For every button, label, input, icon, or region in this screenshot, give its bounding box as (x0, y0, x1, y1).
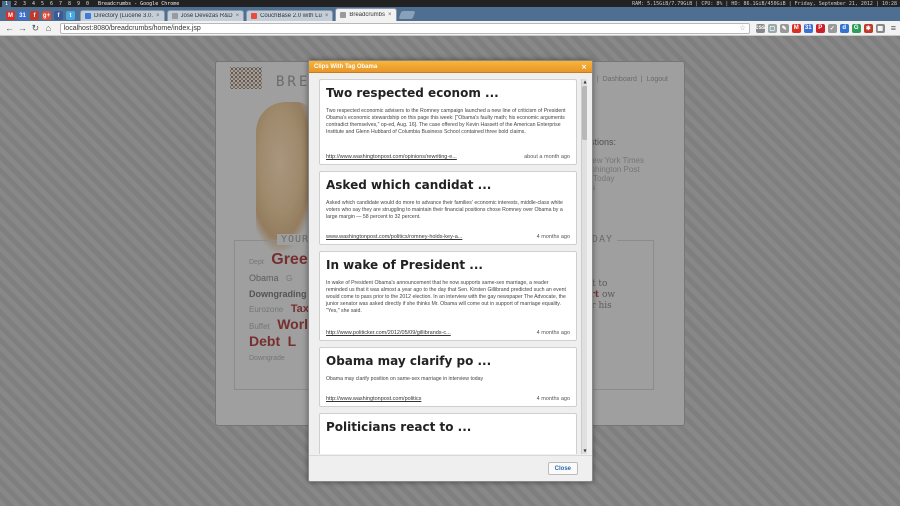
extension-icons: css ▢ ✎ M 31 P ✓ d G ✱ ▦ (755, 23, 885, 33)
clip-title: Two respected econom ... (326, 86, 499, 100)
clip-card[interactable]: Obama may clarify po ... Obama may clari… (319, 347, 577, 407)
new-tab-button[interactable] (398, 11, 415, 19)
clip-age: about a month ago (524, 154, 570, 160)
clip-meta: http://www.washingtonpost.com/opinions/r… (326, 154, 570, 160)
tab-label: José Devezas R&D (180, 13, 233, 19)
clip-text: In wake of President Obama's announcemen… (326, 280, 566, 314)
tab-favicon-icon (251, 13, 258, 19)
gplus-icon[interactable]: g+ (42, 11, 51, 20)
clips-modal: Clips With Tag Obama × Two respected eco… (308, 60, 593, 482)
tab-jose-devezas[interactable]: José Devezas R&D × (166, 10, 245, 21)
clip-link[interactable]: www.washingtonpost.com/politics/romney-h… (326, 234, 462, 240)
system-top-bar: 1 2 3 4 5 6 7 8 9 0 Breadcrumbs - Google… (0, 0, 900, 7)
modal-scrollbar[interactable]: ▲ ▼ (581, 79, 587, 454)
clip-meta: www.washingtonpost.com/politics/romney-h… (326, 234, 570, 240)
lastpass-icon[interactable]: ✱ (863, 23, 873, 33)
clip-card[interactable]: Two respected econom ... Two respected e… (319, 79, 577, 165)
pencil-icon[interactable]: ✎ (779, 23, 789, 33)
window-title: Breadcrumbs - Google Chrome (98, 0, 180, 7)
tab-close-icon[interactable]: × (236, 13, 240, 19)
modal-title: Clips With Tag Obama (314, 63, 378, 70)
pocket-icon[interactable]: ✓ (827, 23, 837, 33)
tab-favicon-icon (85, 13, 91, 19)
browser-toolbar: ← → ↻ ⌂ localhost:8080/breadcrumbs/home/… (0, 21, 900, 36)
clip-age: 4 months ago (536, 396, 570, 402)
back-arrow-icon[interactable]: ← (4, 23, 15, 34)
workspace-9[interactable]: 9 (74, 1, 83, 7)
close-icon[interactable]: × (581, 63, 587, 71)
clip-card[interactable]: Politicians react to ... (319, 413, 577, 454)
clip-link[interactable]: http://www.politicker.com/2012/05/09/gil… (326, 330, 451, 336)
calendar-icon[interactable]: 31 (18, 11, 27, 20)
workspace-1[interactable]: 1 (2, 0, 11, 7)
tab-couchbase[interactable]: CouchBase 2.0 with Lu × (246, 10, 334, 21)
tab-breadcrumbs[interactable]: Breadcrumbs × (335, 8, 397, 21)
workspace-6[interactable]: 6 (47, 1, 56, 7)
home-icon[interactable]: ⌂ (43, 23, 54, 34)
gmaps-icon[interactable]: G (851, 23, 861, 33)
page-content: BREA | Dashboard | Logout ggestions: New… (0, 36, 900, 506)
clip-meta: http://www.washingtonpost.com/politics 4… (326, 396, 570, 402)
clip-title: Obama may clarify po ... (326, 354, 492, 368)
clip-age: 4 months ago (536, 234, 570, 240)
workspace-5[interactable]: 5 (38, 1, 47, 7)
tab-favicon-icon (171, 13, 178, 19)
grid-icon[interactable]: ▦ (875, 23, 885, 33)
tab-favicon-icon (340, 12, 347, 18)
tab-label: Directory (Lucene 3.0. (94, 13, 154, 19)
clip-age: 4 months ago (536, 330, 570, 336)
tab-directory-lucene[interactable]: Directory (Lucene 3.0. × (80, 10, 165, 21)
calendar-ext-icon[interactable]: 31 (803, 23, 813, 33)
pinterest-icon[interactable]: P (815, 23, 825, 33)
modal-footer: Close (309, 455, 592, 481)
clip-text: Two respected economic advisers to the R… (326, 108, 566, 135)
clip-card[interactable]: Asked which candidat ... Asked which can… (319, 171, 577, 245)
tab-close-icon[interactable]: × (388, 12, 392, 18)
clip-link[interactable]: http://www.washingtonpost.com/politics (326, 396, 421, 402)
tab-label: Breadcrumbs (349, 12, 386, 18)
css-icon[interactable]: css (755, 23, 765, 33)
workspace-4[interactable]: 4 (29, 1, 38, 7)
scroll-up-icon[interactable]: ▲ (582, 79, 587, 85)
close-button[interactable]: Close (547, 462, 578, 475)
workspace-8[interactable]: 8 (65, 1, 74, 7)
facebook-icon[interactable]: f (54, 11, 63, 20)
clips-list: Two respected econom ... Two respected e… (317, 79, 587, 454)
scroll-down-icon[interactable]: ▼ (582, 448, 587, 454)
clip-text: Obama may clarify position on same-sex m… (326, 376, 484, 382)
workspace-switcher[interactable]: 1 2 3 4 5 6 7 8 9 0 (0, 0, 92, 7)
workspace-2[interactable]: 2 (11, 1, 20, 7)
tab-strip: M 31 f g+ f t Directory (Lucene 3.0. × José D… (0, 7, 900, 21)
clip-link[interactable]: http://www.washingtonpost.com/opinions/r… (326, 154, 457, 160)
delicious-icon[interactable]: d (839, 23, 849, 33)
system-stats: RAM: 5.15GiB/7.79GiB | CPU: 8% | HD: 86.… (632, 0, 897, 7)
tab-close-icon[interactable]: × (156, 13, 160, 19)
forward-arrow-icon[interactable]: → (17, 23, 28, 34)
clip-text: Asked which candidate would do more to a… (326, 200, 563, 220)
page-icon[interactable]: ▢ (767, 23, 777, 33)
clip-card[interactable]: In wake of President ... In wake of Pres… (319, 251, 577, 341)
address-url: localhost:8080/breadcrumbs/home/index.js… (63, 24, 201, 32)
gmail-icon[interactable]: M (6, 11, 15, 20)
clip-title: Politicians react to ... (326, 420, 472, 434)
twitter-icon[interactable]: t (66, 11, 75, 20)
tab-label: CouchBase 2.0 with Lu (260, 13, 322, 19)
reload-icon[interactable]: ↻ (30, 23, 41, 34)
workspace-3[interactable]: 3 (20, 1, 29, 7)
scroll-thumb[interactable] (582, 86, 587, 140)
pinned-tabs: M 31 f g+ f t (3, 10, 78, 21)
modal-header: Clips With Tag Obama × (309, 61, 592, 73)
clip-meta: http://www.politicker.com/2012/05/09/gil… (326, 330, 570, 336)
tab-close-icon[interactable]: × (325, 13, 329, 19)
gmail-ext-icon[interactable]: M (791, 23, 801, 33)
address-bar[interactable]: localhost:8080/breadcrumbs/home/index.js… (59, 22, 750, 34)
workspace-0[interactable]: 0 (83, 1, 92, 7)
wrench-menu-icon[interactable]: ≡ (891, 23, 896, 33)
clip-title: In wake of President ... (326, 258, 483, 272)
clip-title: Asked which candidat ... (326, 178, 492, 192)
bookmark-star-icon[interactable]: ☆ (739, 24, 745, 32)
feedly-icon[interactable]: f (30, 11, 39, 20)
workspace-7[interactable]: 7 (56, 1, 65, 7)
